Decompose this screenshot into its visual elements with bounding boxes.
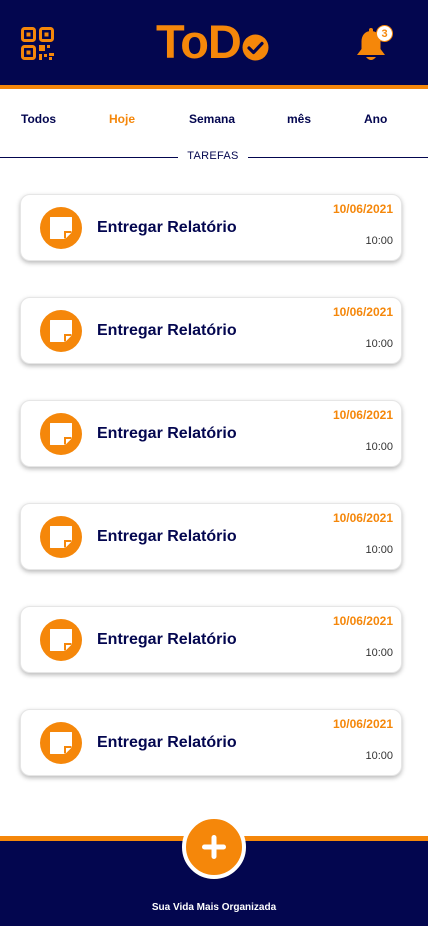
task-title: Entregar Relatório: [97, 734, 237, 751]
task-card[interactable]: Entregar Relatório 10/06/2021 10:00: [20, 194, 402, 261]
sticky-note-icon: [40, 619, 82, 661]
sticky-note-icon: [40, 722, 82, 764]
task-time: 10:00: [365, 750, 393, 762]
plus-icon: [202, 835, 226, 859]
task-title: Entregar Relatório: [97, 425, 237, 442]
app-header: ToD 3: [0, 0, 428, 85]
task-time: 10:00: [365, 544, 393, 556]
task-time: 10:00: [365, 647, 393, 659]
footer-tagline: Sua Vida Mais Organizada: [151, 902, 277, 913]
task-time: 10:00: [365, 441, 393, 453]
tab-hoje[interactable]: Hoje: [109, 112, 135, 126]
task-date: 10/06/2021: [332, 408, 393, 422]
tab-todos[interactable]: Todos: [21, 112, 56, 126]
task-time: 10:00: [365, 235, 393, 247]
tab-ano[interactable]: Ano: [364, 112, 387, 126]
sticky-note-icon: [40, 207, 82, 249]
task-card[interactable]: Entregar Relatório 10/06/2021 10:00: [20, 400, 402, 467]
task-card[interactable]: Entregar Relatório 10/06/2021 10:00: [20, 297, 402, 364]
check-circle-icon: [242, 34, 269, 60]
tab-mes[interactable]: mês: [287, 112, 311, 126]
task-title: Entregar Relatório: [97, 219, 237, 236]
tab-semana[interactable]: Semana: [189, 112, 235, 126]
divider-line-right: [248, 157, 428, 158]
task-time: 10:00: [365, 338, 393, 350]
sticky-note-icon: [40, 310, 82, 352]
task-card[interactable]: Entregar Relatório 10/06/2021 10:00: [20, 606, 402, 673]
task-card[interactable]: Entregar Relatório 10/06/2021 10:00: [20, 709, 402, 776]
sticky-note-icon: [40, 516, 82, 558]
task-card[interactable]: Entregar Relatório 10/06/2021 10:00: [20, 503, 402, 570]
add-task-button[interactable]: [182, 815, 246, 879]
sticky-note-icon: [40, 413, 82, 455]
task-date: 10/06/2021: [332, 717, 393, 731]
divider-line-left: [0, 157, 178, 158]
app-logo: ToD: [156, 16, 269, 68]
header-accent-line: [0, 85, 428, 89]
notifications-button[interactable]: 3: [354, 25, 393, 63]
task-title: Entregar Relatório: [97, 528, 237, 545]
task-date: 10/06/2021: [332, 305, 393, 319]
section-divider: TAREFAS: [0, 150, 428, 166]
task-date: 10/06/2021: [332, 202, 393, 216]
qr-code-icon[interactable]: [21, 27, 54, 60]
section-title: TAREFAS: [187, 150, 239, 162]
task-date: 10/06/2021: [332, 614, 393, 628]
task-date: 10/06/2021: [332, 511, 393, 525]
notification-badge: 3: [376, 25, 393, 42]
task-title: Entregar Relatório: [97, 631, 237, 648]
period-tabs: Todos Hoje Semana mês Ano: [0, 112, 428, 132]
logo-text: ToD: [156, 15, 242, 68]
task-title: Entregar Relatório: [97, 322, 237, 339]
